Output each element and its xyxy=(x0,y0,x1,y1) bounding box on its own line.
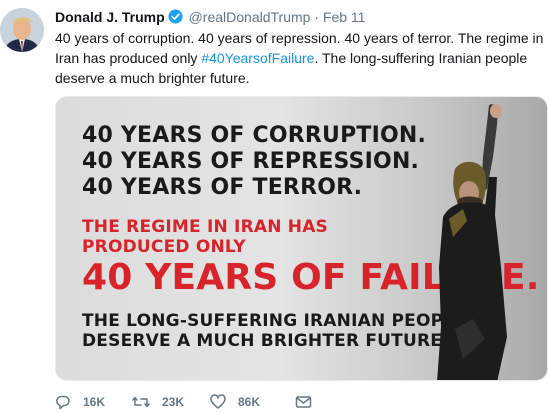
media-line-future: DESERVE A MUCH BRIGHTER FUTURE. xyxy=(82,331,449,351)
media-line-terror: 40 YEARS OF TERROR. xyxy=(82,175,363,200)
media-line-regime: THE REGIME IN IRAN HAS xyxy=(82,217,329,237)
reply-count: 16K xyxy=(83,395,106,409)
like-icon xyxy=(210,394,226,409)
author-name[interactable]: Donald J. Trump xyxy=(55,9,165,25)
media-line-produced: PRODUCED ONLY xyxy=(82,237,246,257)
retweet-icon xyxy=(132,396,150,408)
hashtag-link[interactable]: #40YearsofFailure xyxy=(201,50,314,66)
media-line-corruption: 40 YEARS OF CORRUPTION. xyxy=(82,123,427,148)
verified-badge-icon xyxy=(168,9,183,28)
tweet-header: Donald J. Trump @realDonaldTrump · Feb 1… xyxy=(55,8,365,28)
media-line-repression: 40 YEARS OF REPRESSION. xyxy=(82,149,420,174)
like-count: 86K xyxy=(238,395,261,409)
header-separator: · xyxy=(314,9,319,25)
tweet-media-image[interactable]: 40 YEARS OF CORRUPTION. 40 YEARS OF REPR… xyxy=(55,96,548,381)
direct-message-button[interactable] xyxy=(295,394,324,410)
like-button[interactable]: 86K xyxy=(210,394,260,410)
avatar-image xyxy=(0,8,44,52)
reply-icon xyxy=(56,395,70,410)
retweet-count: 23K xyxy=(162,395,185,409)
tweet-text: 40 years of corruption. 40 years of repr… xyxy=(55,28,547,88)
avatar[interactable] xyxy=(0,8,44,52)
tweet-date[interactable]: Feb 11 xyxy=(323,9,366,25)
direct-message-icon xyxy=(295,396,312,408)
author-handle[interactable]: @realDonaldTrump xyxy=(189,9,311,25)
retweet-button[interactable]: 23K xyxy=(132,394,184,410)
reply-button[interactable]: 16K xyxy=(55,394,105,410)
protester-figure xyxy=(437,104,507,380)
